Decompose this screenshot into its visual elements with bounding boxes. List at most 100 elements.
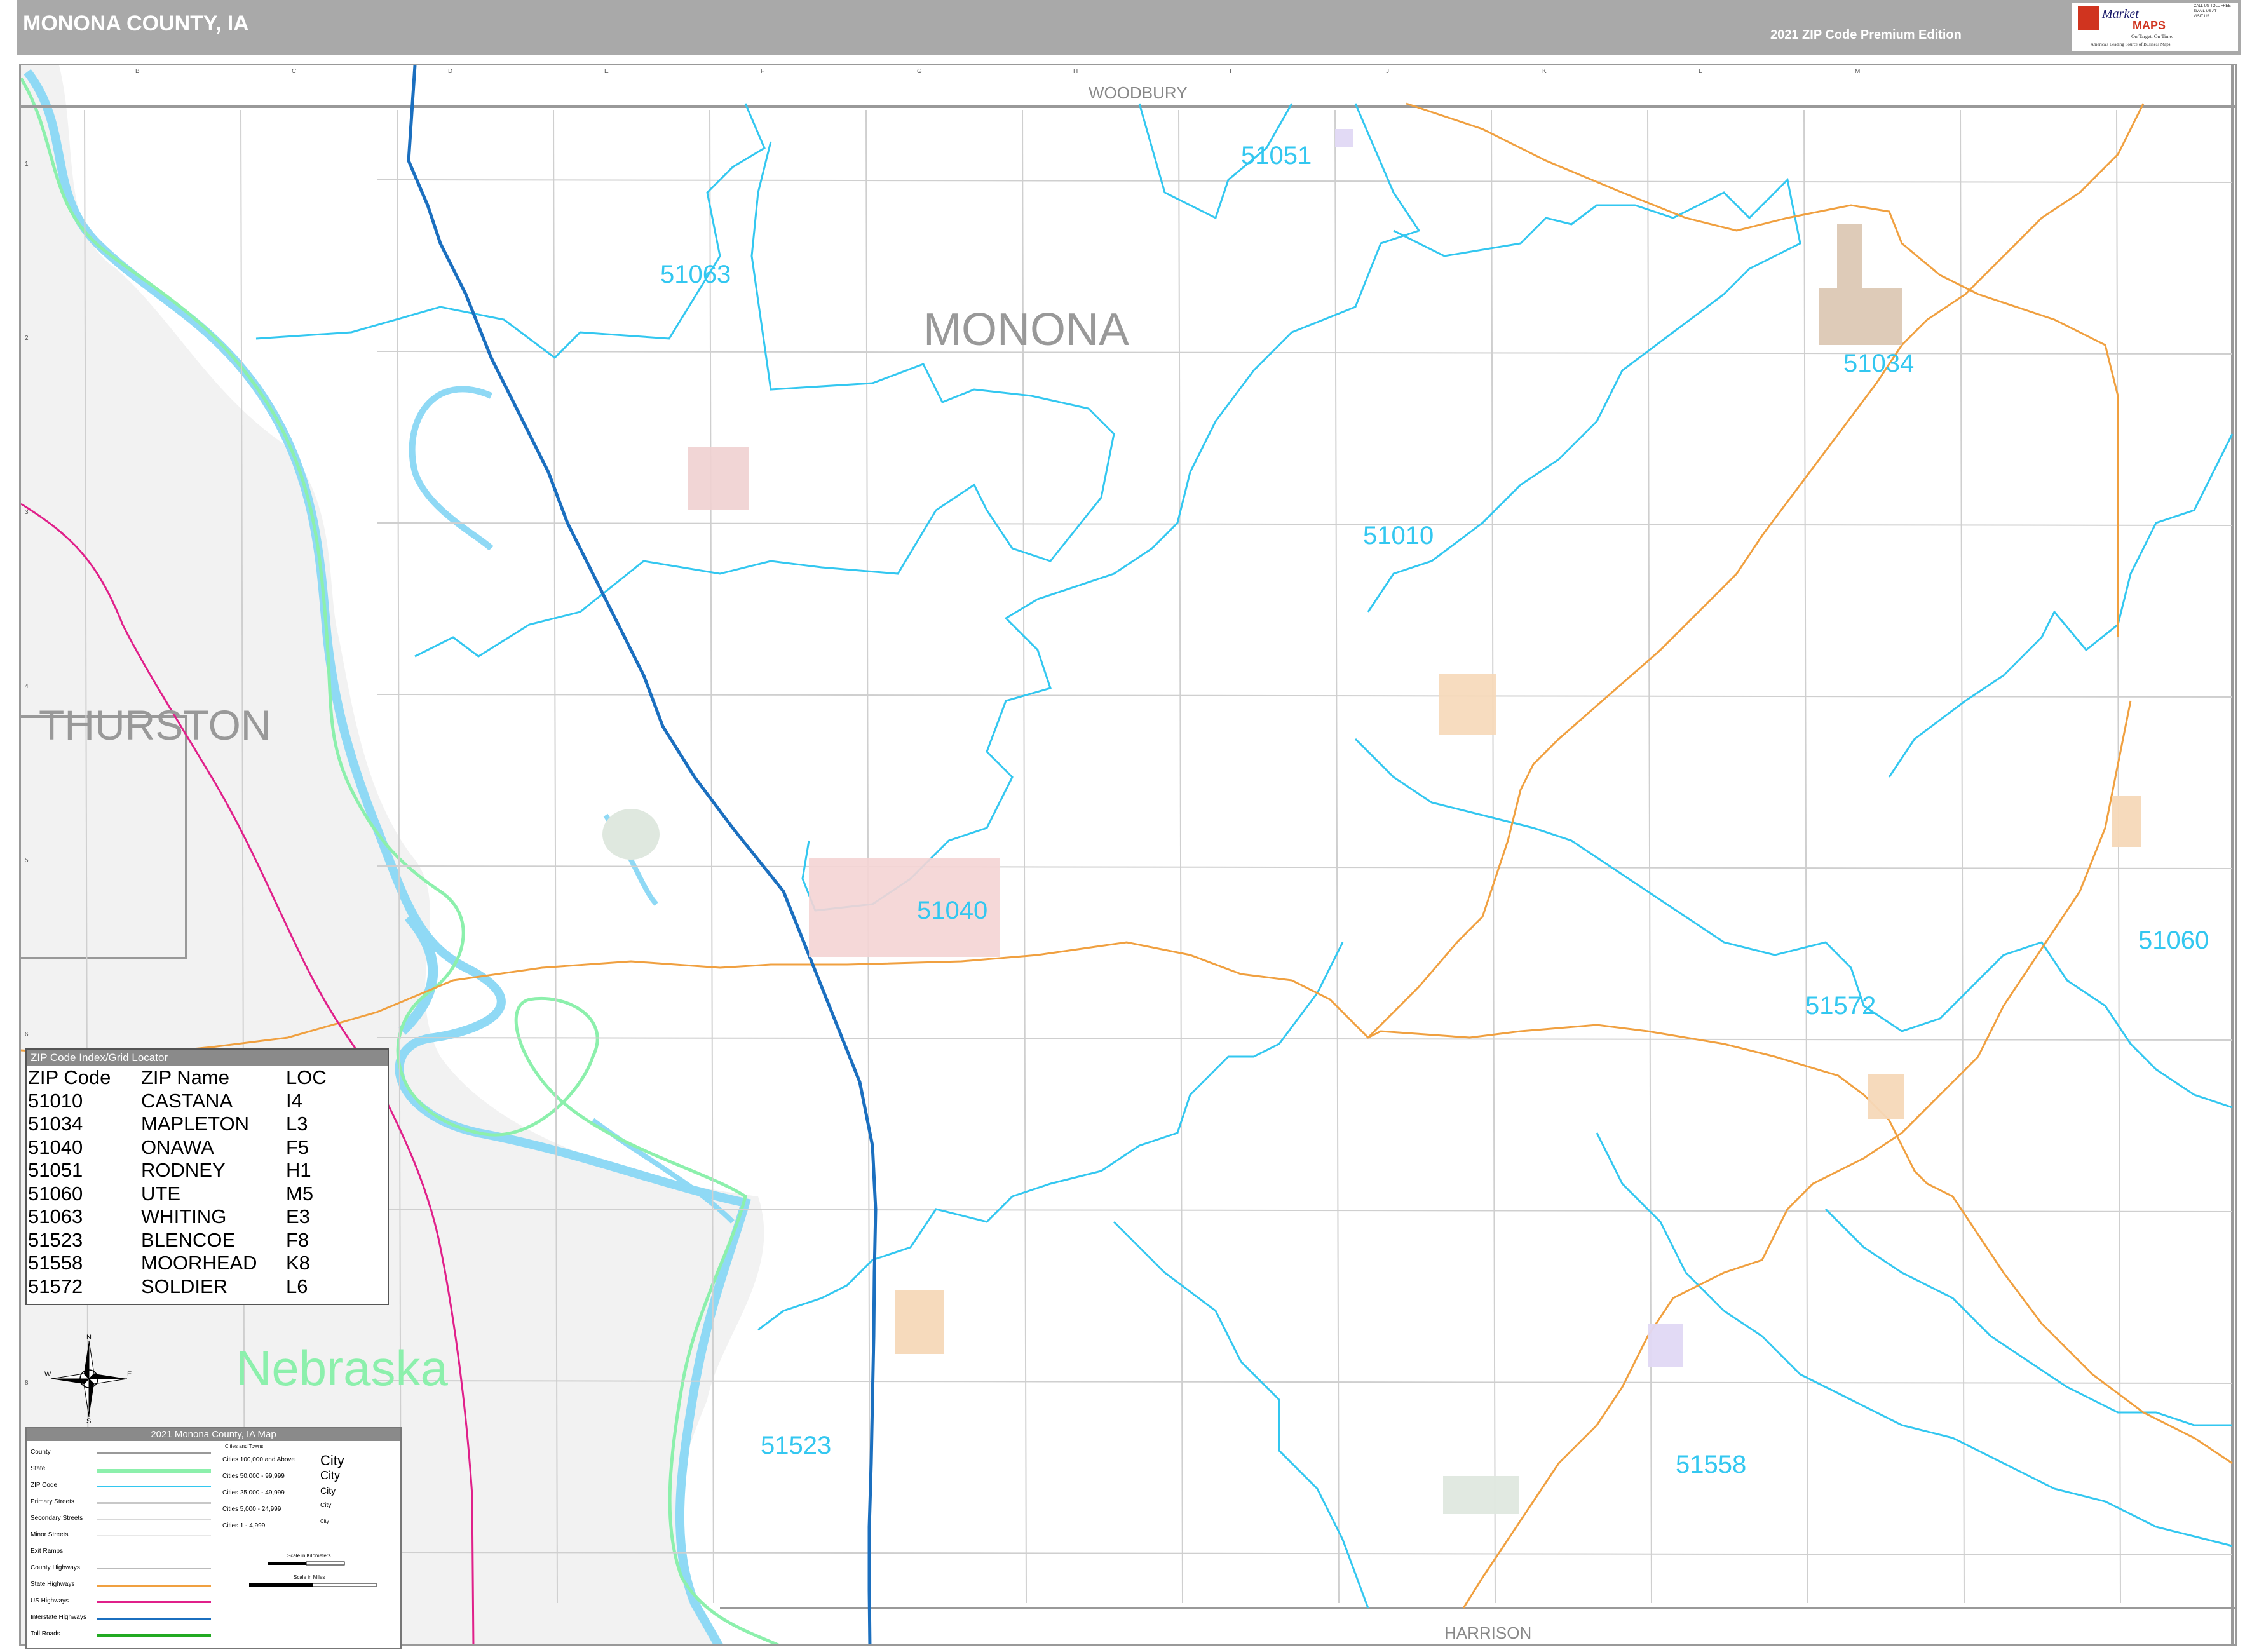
zip-label-51040: 51040 bbox=[917, 897, 988, 924]
county-label-monona: MONONA bbox=[923, 304, 1129, 355]
legend-item: ZIP Code bbox=[31, 1482, 58, 1489]
zip-label-51063: 51063 bbox=[660, 261, 731, 288]
zip-index-table: ZIP Code Index/Grid Locator ZIP Code ZIP… bbox=[25, 1048, 389, 1305]
legend-city-sample: City bbox=[320, 1469, 340, 1482]
legend-line-sample bbox=[97, 1618, 211, 1620]
zip-name: BLENCOE bbox=[141, 1228, 236, 1251]
grid-row-label: 1 bbox=[25, 161, 29, 168]
legend-item: Interstate Highways bbox=[31, 1614, 86, 1621]
grid-column-label: J bbox=[1386, 68, 1389, 75]
legend-city-label: Cities 1 - 4,999 bbox=[222, 1522, 266, 1529]
legend-city-label: Cities 5,000 - 24,999 bbox=[222, 1506, 281, 1513]
zip-index-row: 51558 MOORHEAD K8 bbox=[28, 1252, 327, 1275]
zip-code: 51060 bbox=[28, 1182, 83, 1205]
zip-name: WHITING bbox=[141, 1205, 227, 1228]
zip-loc: M5 bbox=[286, 1182, 314, 1205]
legend-line-sample bbox=[97, 1585, 211, 1587]
legend-city-sample: City bbox=[320, 1486, 336, 1496]
svg-text:America's Leading Source of Bu: America's Leading Source of Business Map… bbox=[2091, 42, 2171, 47]
grid-column-label: C bbox=[292, 68, 297, 75]
zip-code: 51040 bbox=[28, 1135, 83, 1158]
legend-line-sample bbox=[97, 1452, 211, 1454]
grid-row-label: 6 bbox=[25, 1031, 29, 1038]
grid-column-label: M bbox=[1855, 68, 1861, 75]
compass-w: W bbox=[44, 1371, 51, 1378]
col-header-name: ZIP Name bbox=[141, 1066, 229, 1089]
legend-line-sample bbox=[97, 1535, 211, 1536]
legend-city-label: Cities 50,000 - 99,999 bbox=[222, 1473, 285, 1480]
col-header-loc: LOC bbox=[286, 1066, 327, 1089]
legend-scale-mi: Scale in Miles bbox=[294, 1574, 325, 1580]
grid-column-label: G bbox=[917, 68, 922, 75]
legend-line-sample bbox=[97, 1601, 211, 1603]
legend-line-sample bbox=[97, 1469, 211, 1473]
legend-city-sample: City bbox=[320, 1519, 329, 1524]
legend-city-label: Cities 25,000 - 49,999 bbox=[222, 1489, 285, 1496]
zip-name: CASTANA bbox=[141, 1089, 233, 1112]
zip-loc: I4 bbox=[286, 1089, 302, 1112]
zip-loc: F5 bbox=[286, 1135, 309, 1158]
compass-s: S bbox=[86, 1418, 91, 1423]
zip-label-51051: 51051 bbox=[1241, 142, 1312, 170]
legend-item: Toll Roads bbox=[31, 1630, 60, 1637]
zip-index-row: 51063 WHITING E3 bbox=[28, 1205, 327, 1229]
legend-item: State bbox=[31, 1465, 46, 1472]
grid-column-label: E bbox=[604, 68, 609, 75]
zip-index-grid: ZIP Code ZIP Name LOC 51010 CASTANA I4 5103… bbox=[28, 1066, 327, 1298]
grid-row-label: 8 bbox=[25, 1379, 29, 1386]
legend-line-sample bbox=[97, 1568, 211, 1569]
grid-column-label: H bbox=[1073, 68, 1078, 75]
map-title: MONONA COUNTY, IA bbox=[23, 11, 249, 36]
legend-item: County Highways bbox=[31, 1564, 80, 1571]
zip-code: 51010 bbox=[28, 1089, 83, 1112]
county-label-woodbury: WOODBURY bbox=[1089, 83, 1188, 102]
state-label-nebraska: Nebraska bbox=[236, 1340, 448, 1396]
zip-index-row: 51010 CASTANA I4 bbox=[28, 1090, 327, 1113]
legend-item: State Highways bbox=[31, 1581, 75, 1588]
legend-line-sample bbox=[97, 1502, 211, 1504]
zip-code: 51063 bbox=[28, 1205, 83, 1228]
grid-column-label: L bbox=[1699, 68, 1702, 75]
zip-label-51523: 51523 bbox=[761, 1432, 832, 1459]
legend-item: Minor Streets bbox=[31, 1531, 69, 1538]
legend-line-sample bbox=[97, 1634, 211, 1637]
zip-code: 51034 bbox=[28, 1113, 83, 1135]
col-header-zip: ZIP Code bbox=[28, 1066, 111, 1089]
zip-index-row: 51060 UTE M5 bbox=[28, 1182, 327, 1206]
zip-label-51010: 51010 bbox=[1363, 522, 1434, 550]
grid-column-label: F bbox=[761, 68, 765, 75]
legend-line-sample bbox=[97, 1486, 211, 1487]
zip-name: MAPLETON bbox=[141, 1113, 249, 1135]
county-label-harrison: HARRISON bbox=[1444, 1623, 1532, 1642]
legend-item: County bbox=[31, 1449, 51, 1456]
compass-e: E bbox=[127, 1371, 132, 1378]
map-legend: 2021 Monona County, IA Map County State ZI… bbox=[25, 1427, 402, 1649]
zip-loc: L3 bbox=[286, 1113, 308, 1135]
zip-label-51558: 51558 bbox=[1676, 1451, 1747, 1479]
compass-rose: N S E W bbox=[44, 1334, 133, 1425]
legend-item: Exit Ramps bbox=[31, 1548, 64, 1555]
legend-line-sample bbox=[97, 1519, 211, 1520]
zip-code: 51558 bbox=[28, 1252, 83, 1275]
legend-item: Primary Streets bbox=[31, 1498, 74, 1505]
zip-index-title: ZIP Code Index/Grid Locator bbox=[27, 1050, 388, 1066]
zip-name: SOLDIER bbox=[141, 1275, 228, 1297]
zip-loc: H1 bbox=[286, 1159, 311, 1182]
county-label-thurston: THURSTON bbox=[39, 701, 271, 748]
zip-name: ONAWA bbox=[141, 1135, 214, 1158]
grid-row-label: 3 bbox=[25, 509, 29, 516]
grid-column-label: B bbox=[135, 68, 140, 75]
zip-label-51060: 51060 bbox=[2138, 926, 2209, 954]
zip-loc: E3 bbox=[286, 1205, 310, 1228]
zip-label-51572: 51572 bbox=[1805, 992, 1876, 1020]
header-bar: MONONA COUNTY, IA 2021 ZIP Code Premium … bbox=[17, 0, 2241, 55]
zip-loc: K8 bbox=[286, 1252, 310, 1275]
zip-name: UTE bbox=[141, 1182, 180, 1205]
map-area[interactable]: WOODBURY HARRISON MONONA THURSTON Nebras… bbox=[19, 64, 2237, 1646]
legend-item: Secondary Streets bbox=[31, 1515, 83, 1522]
svg-text:On Target. On Time.: On Target. On Time. bbox=[2131, 34, 2173, 39]
zip-code: 51572 bbox=[28, 1275, 83, 1297]
zip-loc: F8 bbox=[286, 1228, 309, 1251]
legend-city-label: Cities 100,000 and Above bbox=[222, 1456, 295, 1463]
zip-index-row: 51523 BLENCOE F8 bbox=[28, 1229, 327, 1252]
